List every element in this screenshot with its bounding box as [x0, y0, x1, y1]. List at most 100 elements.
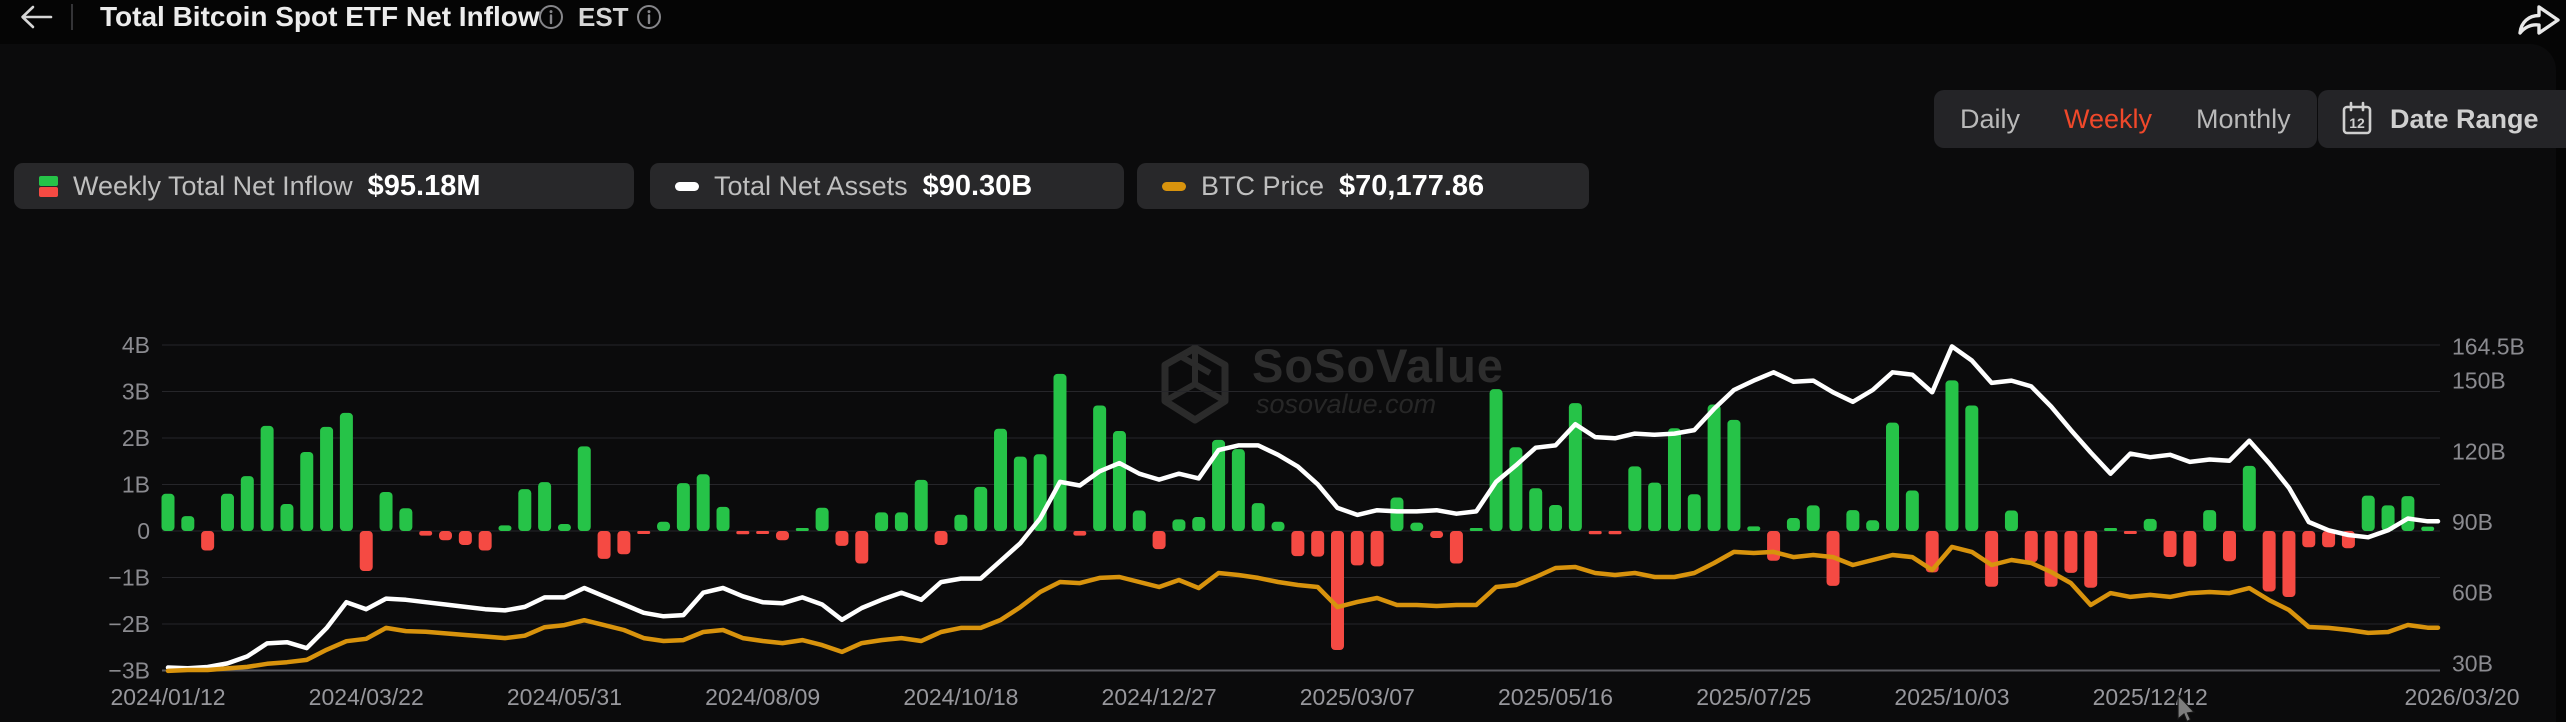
inflow-bar-week-3[interactable] — [220, 493, 234, 531]
inflow-bar-week-50[interactable] — [1152, 531, 1166, 550]
inflow-bar-week-45[interactable] — [1053, 373, 1067, 531]
inflow-bar-week-23[interactable] — [617, 531, 631, 555]
inflow-bar-week-113[interactable] — [2401, 496, 2415, 531]
inflow-bar-week-72[interactable] — [1588, 531, 1602, 535]
tab-weekly[interactable]: Weekly — [2064, 104, 2152, 135]
tab-monthly[interactable]: Monthly — [2196, 104, 2291, 135]
inflow-bar-week-37[interactable] — [894, 512, 908, 531]
inflow-bar-week-38[interactable] — [914, 479, 928, 531]
inflow-bar-week-1[interactable] — [181, 516, 195, 531]
inflow-bar-week-111[interactable] — [2361, 495, 2375, 531]
inflow-bar-week-19[interactable] — [538, 482, 552, 531]
inflow-bar-week-61[interactable] — [1370, 531, 1384, 567]
inflow-bar-week-91[interactable] — [1965, 405, 1979, 531]
inflow-bar-week-28[interactable] — [716, 506, 730, 531]
date-range-button[interactable]: 12 Date Range — [2318, 90, 2566, 148]
inflow-bar-week-8[interactable] — [320, 426, 334, 531]
inflow-bar-week-104[interactable] — [2222, 531, 2236, 562]
inflow-bar-week-20[interactable] — [557, 524, 571, 531]
inflow-bar-week-0[interactable] — [161, 493, 175, 531]
inflow-bar-week-92[interactable] — [1985, 531, 1999, 587]
inflow-bar-week-62[interactable] — [1390, 497, 1404, 531]
inflow-bar-week-52[interactable] — [1192, 517, 1206, 531]
timezone-info-icon[interactable] — [636, 4, 662, 35]
inflow-bar-week-59[interactable] — [1330, 531, 1344, 651]
inflow-bar-week-12[interactable] — [399, 508, 413, 531]
inflow-bar-week-88[interactable] — [1905, 490, 1919, 531]
inflow-bar-week-24[interactable] — [637, 531, 651, 534]
tab-daily[interactable]: Daily — [1960, 104, 2020, 135]
inflow-bar-week-46[interactable] — [1073, 531, 1087, 536]
inflow-bar-week-51[interactable] — [1172, 519, 1186, 531]
inflow-bar-week-83[interactable] — [1806, 505, 1820, 531]
inflow-bar-week-94[interactable] — [2024, 531, 2038, 563]
inflow-bar-week-40[interactable] — [954, 514, 968, 531]
inflow-bar-week-63[interactable] — [1410, 522, 1424, 531]
inflow-bar-week-60[interactable] — [1350, 531, 1364, 566]
legend-total-net-assets[interactable]: Total Net Assets $90.30B — [650, 163, 1124, 209]
inflow-bar-week-57[interactable] — [1291, 531, 1305, 557]
inflow-bar-week-6[interactable] — [280, 504, 294, 531]
inflow-bar-week-43[interactable] — [1013, 456, 1027, 531]
inflow-bar-week-107[interactable] — [2282, 531, 2296, 598]
inflow-bar-week-66[interactable] — [1469, 528, 1483, 531]
inflow-bar-week-15[interactable] — [458, 531, 472, 545]
inflow-bar-week-85[interactable] — [1846, 510, 1860, 531]
share-button[interactable] — [2512, 2, 2564, 38]
inflow-bar-week-97[interactable] — [2084, 531, 2098, 588]
legend-weekly-net-inflow[interactable]: Weekly Total Net Inflow $95.18M — [14, 163, 634, 209]
inflow-bar-week-87[interactable] — [1886, 422, 1900, 531]
inflow-bar-week-9[interactable] — [339, 412, 353, 531]
inflow-bar-week-78[interactable] — [1707, 404, 1721, 531]
inflow-bar-week-13[interactable] — [419, 531, 433, 536]
chart-canvas[interactable]: 4B 3B 2B 1B 0 −1B −2B −3B 164.5B 150B 120B 90B 60B 30… — [0, 320, 2566, 722]
inflow-bar-week-74[interactable] — [1628, 466, 1642, 531]
inflow-bar-week-69[interactable] — [1529, 488, 1543, 531]
inflow-bar-week-32[interactable] — [795, 528, 809, 531]
inflow-bar-week-22[interactable] — [597, 531, 611, 559]
inflow-bar-week-10[interactable] — [359, 531, 373, 571]
inflow-bar-week-54[interactable] — [1231, 449, 1245, 531]
inflow-bar-week-73[interactable] — [1608, 531, 1622, 535]
inflow-bar-week-86[interactable] — [1866, 520, 1880, 531]
inflow-bar-week-95[interactable] — [2044, 531, 2058, 587]
inflow-bar-week-14[interactable] — [439, 531, 453, 541]
inflow-bar-week-29[interactable] — [736, 531, 750, 535]
inflow-bar-week-16[interactable] — [478, 531, 492, 551]
inflow-bar-week-98[interactable] — [2104, 528, 2118, 531]
inflow-bar-week-39[interactable] — [934, 531, 948, 545]
inflow-bar-week-48[interactable] — [1112, 431, 1126, 531]
inflow-bar-week-90[interactable] — [1945, 380, 1959, 531]
inflow-bar-week-82[interactable] — [1786, 517, 1800, 531]
inflow-bar-week-55[interactable] — [1251, 503, 1265, 531]
inflow-bar-week-114[interactable] — [2421, 526, 2435, 531]
inflow-bar-week-56[interactable] — [1271, 521, 1285, 531]
inflow-bar-week-96[interactable] — [2064, 531, 2078, 573]
inflow-bar-week-26[interactable] — [676, 483, 690, 531]
inflow-bar-week-67[interactable] — [1489, 389, 1503, 531]
inflow-bar-week-34[interactable] — [835, 531, 849, 546]
inflow-bar-week-58[interactable] — [1311, 531, 1325, 557]
title-info-icon[interactable] — [538, 4, 564, 35]
inflow-bar-week-49[interactable] — [1132, 510, 1146, 531]
inflow-bar-week-41[interactable] — [974, 486, 988, 531]
inflow-bar-week-99[interactable] — [2123, 531, 2137, 534]
inflow-bar-week-42[interactable] — [994, 428, 1008, 531]
inflow-bar-week-31[interactable] — [775, 531, 789, 541]
inflow-bar-week-70[interactable] — [1549, 504, 1563, 531]
back-button[interactable] — [16, 2, 56, 32]
inflow-bar-week-79[interactable] — [1727, 419, 1741, 531]
inflow-bar-week-11[interactable] — [379, 491, 393, 531]
inflow-bar-week-18[interactable] — [518, 489, 532, 531]
inflow-bar-week-108[interactable] — [2302, 531, 2316, 548]
inflow-bar-week-80[interactable] — [1747, 526, 1761, 531]
inflow-bar-week-103[interactable] — [2203, 510, 2217, 531]
inflow-bar-week-7[interactable] — [300, 451, 314, 531]
inflow-bar-week-36[interactable] — [875, 512, 889, 531]
inflow-bar-week-81[interactable] — [1767, 531, 1781, 561]
inflow-bar-week-35[interactable] — [855, 531, 869, 564]
inflow-bar-week-105[interactable] — [2242, 465, 2256, 531]
inflow-bar-week-75[interactable] — [1648, 482, 1662, 531]
inflow-bar-week-4[interactable] — [240, 476, 254, 531]
inflow-bar-week-106[interactable] — [2262, 531, 2276, 592]
